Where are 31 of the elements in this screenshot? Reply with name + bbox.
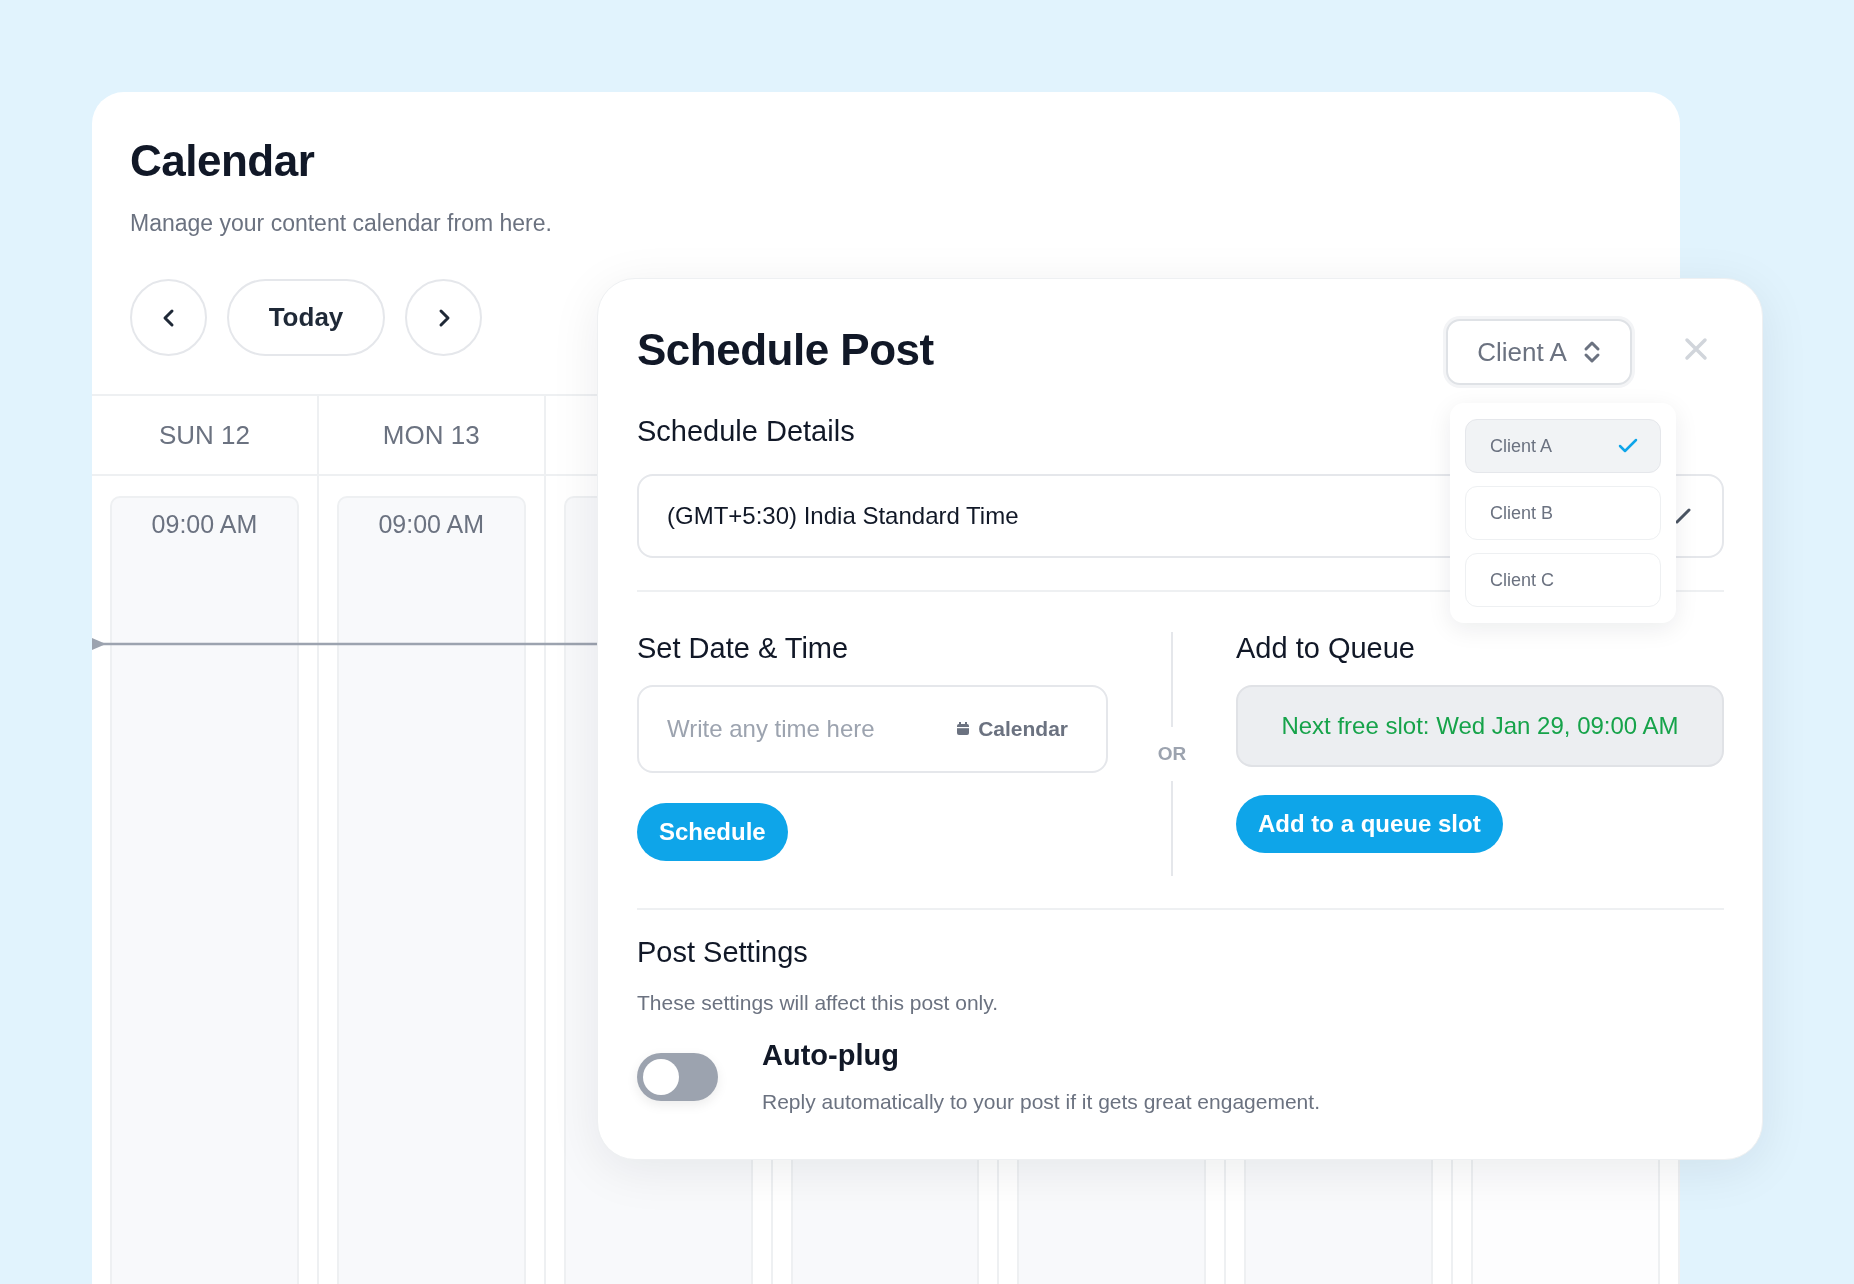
calendar-button[interactable]: Calendar	[956, 717, 1068, 741]
add-to-queue-button[interactable]: Add to a queue slot	[1236, 795, 1503, 853]
client-option[interactable]: Client C	[1465, 553, 1661, 607]
check-icon	[1618, 438, 1638, 454]
section-heading: Set Date & Time	[637, 632, 849, 665]
dialog-title: Schedule Post	[637, 325, 934, 375]
time-input-field[interactable]: Write any time here Calendar	[637, 685, 1108, 773]
today-button[interactable]: Today	[227, 279, 385, 356]
sort-arrows-icon	[1582, 339, 1601, 365]
pencil-icon	[1674, 507, 1692, 525]
client-select[interactable]: Client A	[1446, 319, 1632, 385]
section-heading: Schedule Details	[637, 415, 855, 448]
schedule-button[interactable]: Schedule	[637, 803, 788, 861]
page-title: Calendar	[130, 136, 316, 186]
close-icon[interactable]	[1684, 337, 1708, 361]
setting-label: Auto-plug	[762, 1039, 900, 1072]
day-header: SUN 12	[158, 419, 250, 451]
section-description: These settings will affect this post only.	[637, 991, 1000, 1015]
page-subtitle: Manage your content calendar from here.	[130, 210, 553, 237]
client-option[interactable]: Client B	[1465, 486, 1661, 540]
or-label: OR	[1157, 743, 1187, 765]
section-heading: Add to Queue	[1236, 632, 1415, 665]
time-slot[interactable]: 09:00 AM	[110, 496, 299, 1284]
next-slot-field: Next free slot: Wed Jan 29, 09:00 AM	[1236, 685, 1724, 767]
day-header: MON 13	[382, 419, 480, 451]
time-slot[interactable]: 09:00 AM	[336, 496, 526, 1284]
section-heading: Post Settings	[637, 936, 808, 969]
calendar-icon	[956, 722, 971, 736]
setting-description: Reply automatically to your post if it gets great engagement.	[762, 1090, 1320, 1114]
client-option[interactable]: Client A	[1465, 419, 1661, 473]
toggle-switch[interactable]	[637, 1053, 718, 1101]
